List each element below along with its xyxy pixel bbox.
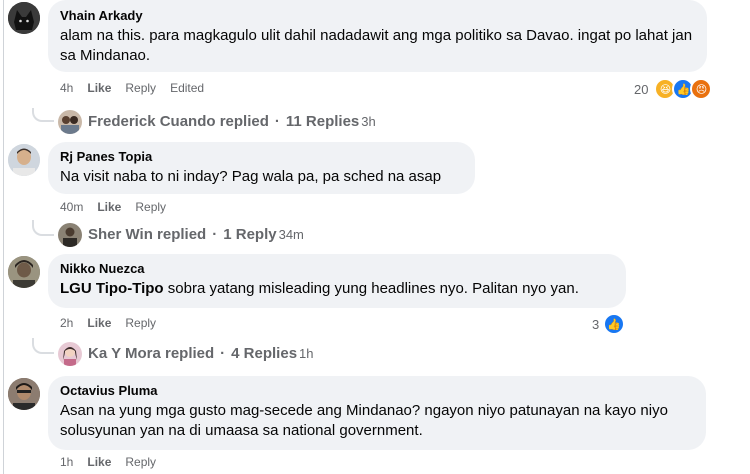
comment-actions: 40m Like Reply xyxy=(60,199,166,215)
replies-time: 3h xyxy=(361,114,376,129)
view-replies-link[interactable]: Ka Y Mora replied · 4 Replies 1h xyxy=(58,342,314,366)
person-avatar-icon xyxy=(8,256,40,288)
comment-text: alam na this. para magkagulo ulit dahil … xyxy=(60,27,693,64)
replier-avatar xyxy=(58,223,82,247)
replies-author: Sher Win replied xyxy=(88,226,207,243)
view-replies-link[interactable]: Frederick Cuando replied · 11 Replies 3h xyxy=(58,110,376,134)
replies-time: 1h xyxy=(299,346,314,361)
like-reaction-icon: 👍 xyxy=(603,313,626,335)
avatar[interactable] xyxy=(8,144,40,176)
comment-author[interactable]: Rj Panes Topia xyxy=(60,148,463,165)
avatar[interactable] xyxy=(8,2,40,34)
replies-time: 34m xyxy=(278,227,304,242)
like-button[interactable]: Like xyxy=(87,315,111,331)
comment-author[interactable]: Nikko Nuezca xyxy=(60,260,614,277)
replier-avatar xyxy=(58,110,82,134)
comment-text: LGU Tipo-Tipo sobra yatang misleading yu… xyxy=(60,279,614,299)
woman-avatar-icon xyxy=(58,342,82,366)
like-button[interactable]: Like xyxy=(87,454,111,470)
like-button[interactable]: Like xyxy=(87,80,111,96)
comment-actions: 1h Like Reply xyxy=(60,454,156,470)
comment-actions: 4h Like Reply Edited xyxy=(60,80,204,96)
comment-author[interactable]: Octavius Pluma xyxy=(60,382,694,399)
replies-author: Frederick Cuando replied xyxy=(88,113,269,130)
replier-avatar xyxy=(58,342,82,366)
comment-time[interactable]: 2h xyxy=(60,315,73,331)
replies-count: 11 Replies xyxy=(285,113,360,130)
reply-button[interactable]: Reply xyxy=(125,315,156,331)
comment-text: Na visit naba to ni inday? Pag wala pa, … xyxy=(60,168,442,185)
replies-author: Ka Y Mora replied xyxy=(88,345,215,362)
replies-separator: · xyxy=(274,113,280,130)
reaction-count: 20 xyxy=(634,81,649,97)
comment-text: Asan na yung mga gusto mag-secede ang Mi… xyxy=(60,402,668,439)
thread-connector xyxy=(32,108,54,122)
view-replies-link[interactable]: Sher Win replied · 1 Reply 34m xyxy=(58,223,304,247)
man-avatar-icon xyxy=(8,144,40,176)
cat-avatar-icon xyxy=(8,2,40,34)
reaction-summary[interactable]: 20 😆 👍 😠 xyxy=(634,78,713,100)
thread-connector xyxy=(32,338,54,354)
person-avatar-icon xyxy=(8,378,40,410)
comment-text-body: sobra yatang misleading yung headlines n… xyxy=(163,280,579,297)
edited-label[interactable]: Edited xyxy=(170,80,204,96)
replies-count: 4 Replies xyxy=(231,345,298,362)
comment-bubble: Vhain Arkady alam na this. para magkagul… xyxy=(48,0,707,72)
reply-button[interactable]: Reply xyxy=(125,454,156,470)
reaction-count: 3 xyxy=(592,316,600,332)
person-avatar-icon xyxy=(58,223,82,247)
comment-time[interactable]: 1h xyxy=(60,454,73,470)
replies-count: 1 Reply xyxy=(223,226,277,243)
angry-reaction-icon: 😠 xyxy=(690,78,713,100)
comment-actions: 2h Like Reply xyxy=(60,315,156,331)
like-button[interactable]: Like xyxy=(97,199,121,215)
frame-border xyxy=(3,0,4,474)
replies-separator: · xyxy=(220,345,226,362)
comment-time[interactable]: 40m xyxy=(60,199,83,215)
reaction-summary[interactable]: 3 👍 xyxy=(592,313,626,335)
mention-link[interactable]: LGU Tipo-Tipo xyxy=(60,280,164,297)
couple-avatar-icon xyxy=(58,110,82,134)
reply-button[interactable]: Reply xyxy=(135,199,166,215)
comment-bubble: Rj Panes Topia Na visit naba to ni inday… xyxy=(48,142,475,194)
avatar[interactable] xyxy=(8,378,40,410)
reply-button[interactable]: Reply xyxy=(125,80,156,96)
comment-author[interactable]: Vhain Arkady xyxy=(60,7,695,24)
avatar[interactable] xyxy=(8,256,40,288)
thread-connector xyxy=(32,220,54,236)
comment-bubble: Nikko Nuezca LGU Tipo-Tipo sobra yatang … xyxy=(48,254,626,308)
replies-separator: · xyxy=(212,226,218,243)
comment-bubble: Octavius Pluma Asan na yung mga gusto ma… xyxy=(48,376,706,450)
comment-time[interactable]: 4h xyxy=(60,80,73,96)
